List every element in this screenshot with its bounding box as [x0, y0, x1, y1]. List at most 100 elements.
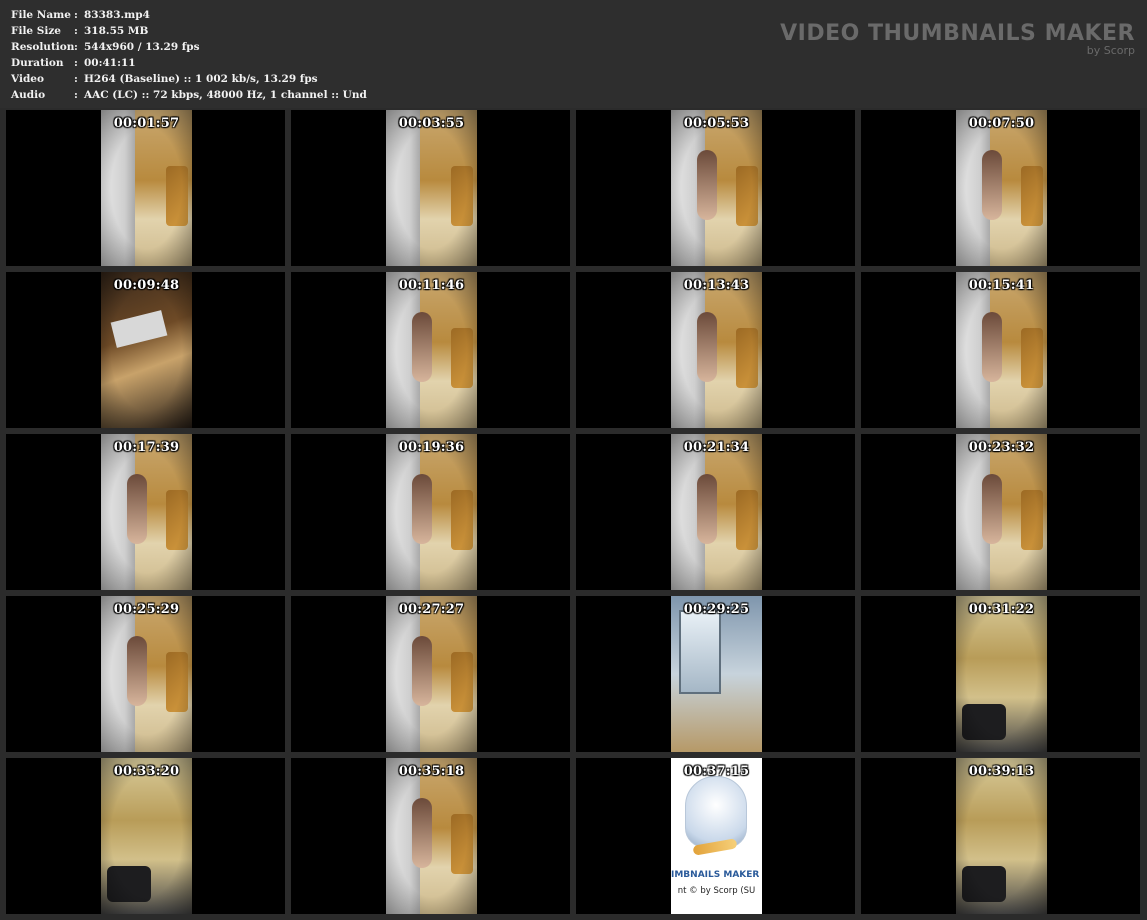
- thumbnail-cell[interactable]: 00:05:53: [576, 110, 855, 266]
- timestamp: 00:21:34: [683, 440, 750, 455]
- info-label: Resolution: [11, 41, 75, 53]
- thumbnail-cell[interactable]: 00:03:55: [291, 110, 570, 266]
- timestamp: 00:39:13: [968, 764, 1035, 779]
- brand-logo: VIDEO THUMBNAILS MAKER by Scorp: [780, 22, 1135, 57]
- thumbnail-grid: 00:01:57 00:03:55 00:05:53 00:07:50 00:09:48…: [6, 110, 1140, 916]
- thumbnail-frame: 00:27:27: [386, 596, 477, 752]
- thumbnail-cell[interactable]: 00:19:36: [291, 434, 570, 590]
- thumbnail-frame: 00:33:20: [101, 758, 192, 914]
- timestamp: 00:33:20: [113, 764, 180, 779]
- timestamp: 00:15:41: [968, 278, 1035, 293]
- info-value: 544x960 / 13.29 fps: [84, 41, 200, 53]
- info-label: File Name: [11, 9, 71, 21]
- thumbnail-cell[interactable]: 00:29:25: [576, 596, 855, 752]
- info-separator: :: [74, 25, 78, 37]
- thumbnail-frame: 00:31:22: [956, 596, 1047, 752]
- timestamp: 00:31:22: [968, 602, 1035, 617]
- timestamp: 00:03:55: [398, 116, 465, 131]
- thumbnail-frame: 00:35:18: [386, 758, 477, 914]
- thumbnail-frame: 00:01:57: [101, 110, 192, 266]
- info-value: 83383.mp4: [84, 9, 150, 21]
- logo-scene: IMBNAILS MAKER 8 nt © by Scorp (SU: [671, 758, 762, 914]
- thumbnail-frame: IMBNAILS MAKER 8 nt © by Scorp (SU 00:37:1…: [671, 758, 762, 914]
- info-row: Resolution:544x960 / 13.29 fps: [11, 39, 367, 55]
- timestamp: 00:13:43: [683, 278, 750, 293]
- thumbnail-cell[interactable]: 00:25:29: [6, 596, 285, 752]
- vignette: [101, 758, 192, 914]
- thumbnail-frame: 00:03:55: [386, 110, 477, 266]
- vignette: [386, 434, 477, 590]
- thumbnail-cell[interactable]: 00:07:50: [861, 110, 1140, 266]
- thumbnail-cell[interactable]: 00:31:22: [861, 596, 1140, 752]
- vignette: [671, 110, 762, 266]
- info-label: Duration: [11, 57, 64, 69]
- vignette: [956, 272, 1047, 428]
- vignette: [956, 596, 1047, 752]
- info-value: 00:41:11: [84, 57, 136, 69]
- vignette: [386, 110, 477, 266]
- thumbnail-frame: 00:05:53: [671, 110, 762, 266]
- logo-text: IMBNAILS MAKER 8: [671, 870, 762, 880]
- vignette: [386, 596, 477, 752]
- thumbnail-frame: 00:39:13: [956, 758, 1047, 914]
- info-separator: :: [74, 57, 78, 69]
- vignette: [956, 758, 1047, 914]
- timestamp: 00:25:29: [113, 602, 180, 617]
- info-row: Duration:00:41:11: [11, 55, 367, 71]
- vignette: [101, 110, 192, 266]
- vignette: [101, 434, 192, 590]
- timestamp: 00:09:48: [113, 278, 180, 293]
- timestamp: 00:11:46: [398, 278, 465, 293]
- brand-title: VIDEO THUMBNAILS MAKER: [780, 21, 1135, 46]
- thumbnail-cell[interactable]: 00:13:43: [576, 272, 855, 428]
- thumbnail-frame: 00:21:34: [671, 434, 762, 590]
- thumbnail-cell[interactable]: 00:23:32: [861, 434, 1140, 590]
- info-separator: :: [74, 41, 78, 53]
- vignette: [101, 272, 192, 428]
- info-separator: :: [74, 89, 78, 101]
- timestamp: 00:29:25: [683, 602, 750, 617]
- info-separator: :: [74, 73, 78, 85]
- thumbnail-frame: 00:15:41: [956, 272, 1047, 428]
- info-value: AAC (LC) :: 72 kbps, 48000 Hz, 1 channel…: [84, 89, 367, 101]
- timestamp: 00:37:15: [683, 764, 750, 779]
- thumbnail-frame: 00:23:32: [956, 434, 1047, 590]
- info-row: Video: H264 (Baseline) :: 1 002 kb/s, 13.…: [11, 71, 367, 87]
- info-value: H264 (Baseline) :: 1 002 kb/s, 13.29 fps: [84, 73, 318, 85]
- thumbnail-frame: 00:11:46: [386, 272, 477, 428]
- timestamp: 00:17:39: [113, 440, 180, 455]
- thumbnail-cell[interactable]: 00:17:39: [6, 434, 285, 590]
- thumbnail-cell[interactable]: 00:39:13: [861, 758, 1140, 914]
- info-row: File Size:318.55 MB: [11, 23, 367, 39]
- vignette: [956, 110, 1047, 266]
- thumbnail-cell[interactable]: 00:11:46: [291, 272, 570, 428]
- vignette: [671, 272, 762, 428]
- vignette: [956, 434, 1047, 590]
- timestamp: 00:05:53: [683, 116, 750, 131]
- info-label: File Size: [11, 25, 61, 37]
- timestamp: 00:35:18: [398, 764, 465, 779]
- timestamp: 00:07:50: [968, 116, 1035, 131]
- brand-subtitle: by Scorp: [1086, 44, 1135, 57]
- thumbnail-cell[interactable]: 00:21:34: [576, 434, 855, 590]
- owl-icon: [685, 776, 747, 848]
- vignette: [101, 596, 192, 752]
- file-info-panel: File Name:83383.mp4 File Size:318.55 MB Re…: [11, 7, 367, 103]
- info-value: 318.55 MB: [84, 25, 149, 37]
- logo-copyright: nt © by Scorp (SU: [677, 886, 756, 896]
- info-separator: :: [74, 9, 78, 21]
- info-row: Audio: AAC (LC) :: 72 kbps, 48000 Hz, 1 c…: [11, 87, 367, 103]
- thumbnail-frame: 00:17:39: [101, 434, 192, 590]
- info-label: Video: [11, 73, 44, 85]
- thumbnail-cell[interactable]: 00:33:20: [6, 758, 285, 914]
- thumbnail-cell[interactable]: 00:15:41: [861, 272, 1140, 428]
- thumbnail-cell[interactable]: 00:27:27: [291, 596, 570, 752]
- vignette: [671, 434, 762, 590]
- vignette: [386, 758, 477, 914]
- thumbnail-cell[interactable]: 00:09:48: [6, 272, 285, 428]
- thumbnail-frame: 00:07:50: [956, 110, 1047, 266]
- info-label: Audio: [11, 89, 46, 101]
- thumbnail-cell[interactable]: IMBNAILS MAKER 8 nt © by Scorp (SU 00:37:1…: [576, 758, 855, 914]
- thumbnail-cell[interactable]: 00:01:57: [6, 110, 285, 266]
- thumbnail-cell[interactable]: 00:35:18: [291, 758, 570, 914]
